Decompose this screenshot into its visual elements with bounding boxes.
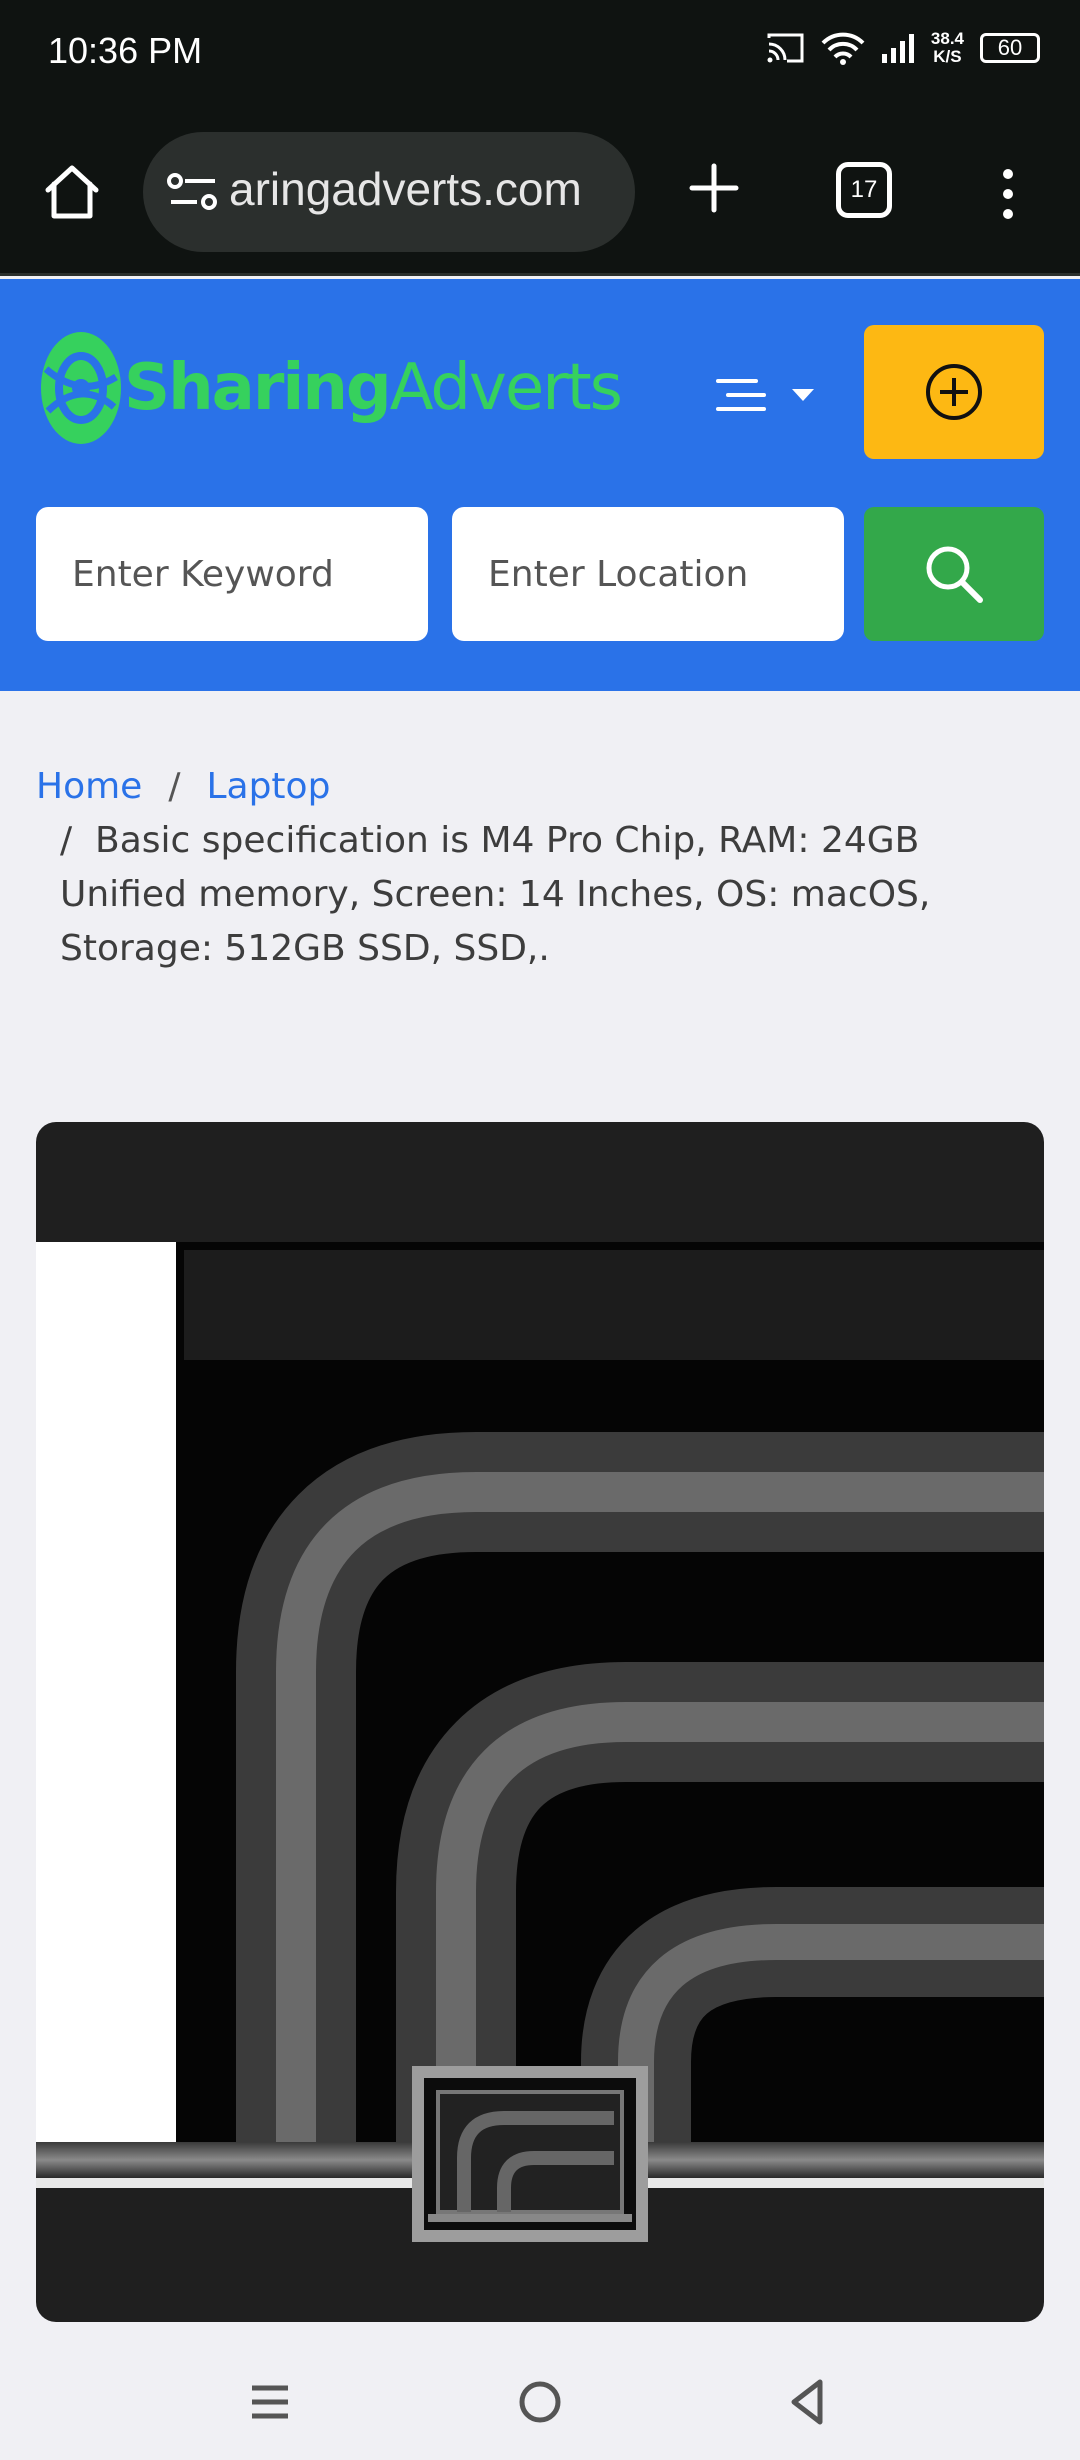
home-icon[interactable] [40, 160, 104, 224]
breadcrumb-current-text: Basic specification is M4 Pro Chip, RAM:… [60, 820, 931, 969]
browser-toolbar: aringadverts.com 17 [0, 110, 1080, 276]
breadcrumb-category-link[interactable]: Laptop [206, 766, 330, 807]
tab-switcher-button[interactable]: 17 [836, 162, 892, 218]
network-speed-value: 38.4 [930, 29, 964, 48]
product-image-card[interactable] [36, 1122, 1044, 2322]
keyword-placeholder: Enter Keyword [72, 553, 334, 595]
status-bar: 10:36 PM 38.4 K/S 60 [0, 0, 1080, 110]
location-placeholder: Enter Location [488, 553, 749, 595]
logo-text: SharingAdverts [124, 351, 623, 425]
url-text[interactable]: aringadverts.com [229, 162, 582, 216]
breadcrumb-separator: / [168, 766, 181, 807]
back-icon[interactable] [780, 2374, 836, 2430]
breadcrumb-separator: / [60, 820, 73, 861]
post-ad-button[interactable] [864, 325, 1044, 459]
home-button-icon[interactable] [512, 2374, 568, 2430]
wifi-icon [821, 32, 865, 65]
battery-icon: 60 [980, 33, 1040, 63]
network-speed-unit: K/S [933, 47, 962, 66]
logo-text-adverts: Adverts [389, 351, 623, 425]
location-input[interactable]: Enter Location [452, 507, 844, 641]
more-options-icon[interactable] [996, 166, 1020, 222]
logo-mark-icon [41, 332, 121, 444]
thumbnail-image [424, 2078, 636, 2230]
battery-level: 60 [997, 35, 1023, 60]
breadcrumb-row: Home / Laptop [36, 760, 1046, 814]
tab-count: 17 [850, 176, 878, 203]
recents-icon[interactable] [242, 2374, 298, 2430]
image-thumbnail[interactable] [412, 2066, 648, 2242]
new-tab-icon[interactable] [686, 160, 742, 216]
signal-icon [881, 34, 914, 63]
status-time: 10:36 PM [48, 30, 203, 71]
cast-icon [767, 33, 804, 63]
plus-circle-icon [926, 364, 982, 420]
breadcrumb-home-link[interactable]: Home [36, 766, 142, 807]
site-logo[interactable]: SharingAdverts [38, 329, 623, 447]
site-header: SharingAdverts Enter Keyword Enter Locat… [0, 279, 1080, 691]
breadcrumb-current: / Basic specification is M4 Pro Chip, RA… [36, 814, 1046, 976]
search-icon [926, 546, 983, 603]
system-nav-bar [0, 2340, 1080, 2460]
logo-text-sharing: Sharing [124, 351, 392, 425]
site-settings-icon[interactable] [167, 172, 219, 212]
status-icons: 38.4 K/S 60 [767, 30, 1040, 66]
network-speed: 38.4 K/S [931, 30, 964, 66]
url-bar[interactable]: aringadverts.com [143, 132, 635, 252]
breadcrumb: Home / Laptop / Basic specification is M4 … [36, 760, 1046, 976]
menu-toggle-icon[interactable] [712, 369, 822, 429]
search-button[interactable] [864, 507, 1044, 641]
keyword-input[interactable]: Enter Keyword [36, 507, 428, 641]
